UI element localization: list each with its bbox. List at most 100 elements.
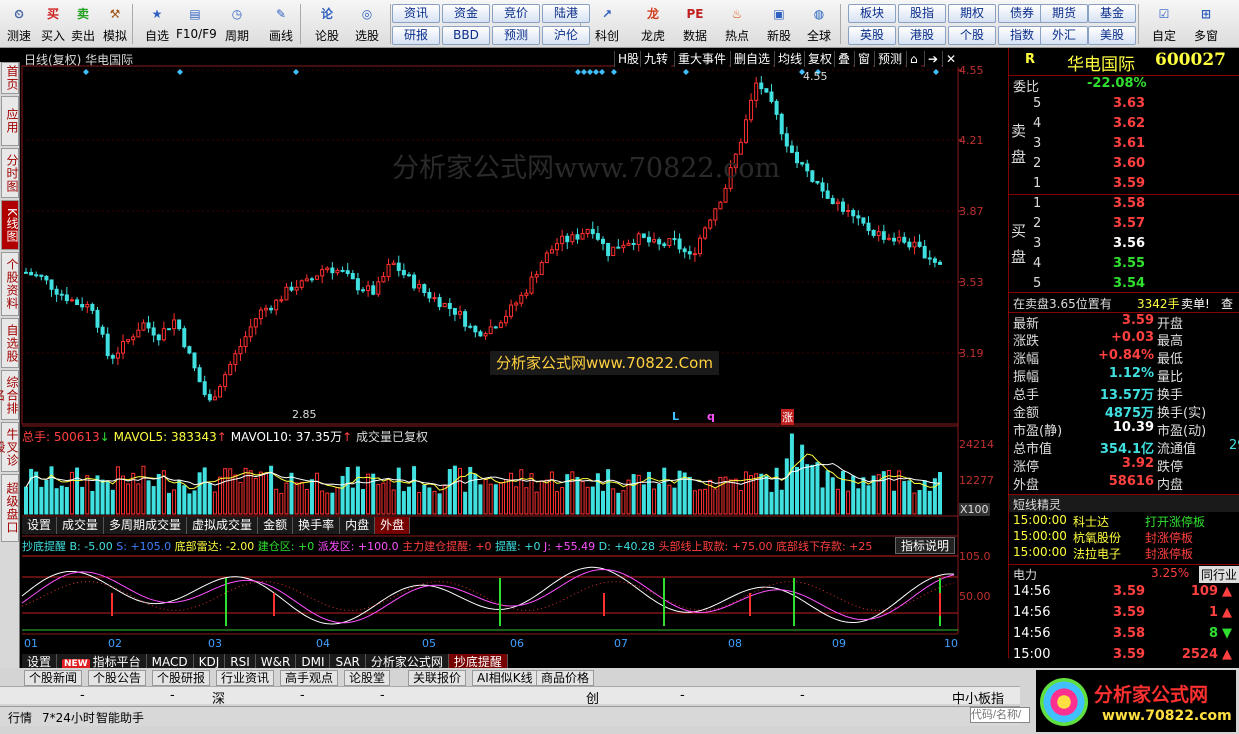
bid-row[interactable]: 1 3.58 xyxy=(1009,196,1239,214)
toolbar-btn-10[interactable]: ↗ 科创 xyxy=(588,3,626,47)
index-cell[interactable]: - xyxy=(300,688,305,703)
quick-link-1[interactable]: 资金 xyxy=(442,4,490,23)
toolbar-btn-13[interactable]: ♨ 热点 xyxy=(718,3,756,47)
chart-btn-4[interactable]: 均线 xyxy=(774,51,806,67)
toolbar-btn-11[interactable]: 龙龙虎 xyxy=(634,3,672,47)
quick-link-10[interactable]: 期权 xyxy=(948,4,996,23)
index-cell[interactable]: - xyxy=(680,688,685,703)
tick-price: 3.58 xyxy=(1113,626,1146,641)
bid-row[interactable]: 3 3.56 xyxy=(1009,236,1239,254)
event-diamond-icon[interactable] xyxy=(599,69,605,75)
toolbar-btn-8[interactable]: 论论股 xyxy=(308,3,346,47)
toolbar-btn-0[interactable]: ⏲ 测速 xyxy=(0,3,38,47)
status-item-2[interactable]: 智能助手 xyxy=(96,709,144,726)
vol-tab-6[interactable]: 内盘 xyxy=(340,517,376,534)
toolbar-btn-16[interactable]: ☑ 自定 xyxy=(1145,3,1183,47)
quick-link-19[interactable]: 美股 xyxy=(1088,26,1136,45)
vol-tab-3[interactable]: 虚拟成交量 xyxy=(187,517,259,534)
vol-tab-5[interactable]: 换手率 xyxy=(293,517,341,534)
toolbar-btn-4[interactable]: ★ 自选 xyxy=(138,3,176,47)
event-diamond-icon[interactable] xyxy=(575,69,581,75)
lock-icon[interactable]: ⌂ xyxy=(906,51,921,67)
quick-link-7[interactable]: 沪伦 xyxy=(542,26,590,45)
ask-row[interactable]: 4 3.62 xyxy=(1009,116,1239,134)
vol-tab-2[interactable]: 多周期成交量 xyxy=(104,517,188,534)
month-label: 03 xyxy=(208,637,222,650)
quick-link-0[interactable]: 资讯 xyxy=(392,4,440,23)
volume-bar xyxy=(478,484,483,515)
chart-btn-2[interactable]: 重大事件 xyxy=(674,51,730,67)
vol-tab-1[interactable]: 成交量 xyxy=(57,517,105,534)
vol-tab-7[interactable]: 外盘 xyxy=(375,517,411,534)
vol-tab-4[interactable]: 金额 xyxy=(258,517,294,534)
status-item-1[interactable]: 7*24小时 xyxy=(42,709,95,726)
index-cell[interactable]: - xyxy=(80,688,85,703)
news-tab-7[interactable]: AI相似K线 xyxy=(472,670,538,686)
toolbar-btn-9[interactable]: ◎ 选股 xyxy=(348,3,386,47)
toolbar-btn-12[interactable]: PE 数据 xyxy=(676,3,714,47)
quick-link-6[interactable]: 预测 xyxy=(492,26,540,45)
toolbar-btn-17[interactable]: ⊞ 多窗 xyxy=(1187,3,1225,47)
news-tab-6[interactable]: 关联报价 xyxy=(408,670,467,686)
quick-link-14[interactable]: 个股 xyxy=(948,26,996,45)
chart-btn-1[interactable]: 九转 xyxy=(640,51,672,67)
ask-row[interactable]: 1 3.59 xyxy=(1009,176,1239,194)
toolbar-btn-7[interactable]: ✎ 画线 xyxy=(262,3,300,47)
ask-row[interactable]: 3 3.61 xyxy=(1009,136,1239,154)
index-cell[interactable]: 深 xyxy=(212,688,225,707)
quick-link-5[interactable]: BBD xyxy=(442,26,490,45)
toolbar-btn-14[interactable]: ▣ 新股 xyxy=(760,3,798,47)
toolbar-btn-5[interactable]: ▤ F10/F9 xyxy=(176,3,217,47)
vol-tab-0[interactable]: 设置 xyxy=(22,517,58,534)
news-tab-2[interactable]: 个股研报 xyxy=(152,670,211,686)
quick-link-9[interactable]: 股指 xyxy=(898,4,946,23)
elf-item[interactable]: 15:00:00 法拉电子 封涨停板 xyxy=(1009,545,1239,563)
notice-c[interactable]: 查 xyxy=(1221,295,1233,312)
news-tab-8[interactable]: 商品价格 xyxy=(536,670,595,686)
event-diamond-icon[interactable] xyxy=(581,69,587,75)
quick-link-16[interactable]: 期货 xyxy=(1040,4,1088,23)
news-tab-3[interactable]: 行业资讯 xyxy=(216,670,275,686)
candle-body xyxy=(703,227,708,239)
code-search-input[interactable] xyxy=(970,707,1030,723)
toolbar-btn-15[interactable]: ◍ 全球 xyxy=(800,3,838,47)
bid-row[interactable]: 4 3.55 xyxy=(1009,256,1239,274)
news-tab-0[interactable]: 个股新闻 xyxy=(24,670,83,686)
chart-btn-6[interactable]: 叠 xyxy=(834,51,854,67)
toolbar-btn-3[interactable]: ⚒ 模拟 xyxy=(96,3,134,47)
index-cell[interactable]: 创 xyxy=(586,688,599,707)
chart-btn-5[interactable]: 复权 xyxy=(804,51,836,67)
quick-link-17[interactable]: 基金 xyxy=(1088,4,1136,23)
index-cell[interactable]: - xyxy=(380,688,385,703)
quick-link-11[interactable]: 债券 xyxy=(998,4,1046,23)
toolbar-btn-6[interactable]: ◷ 周期 xyxy=(218,3,256,47)
chart-btn-3[interactable]: 删自选 xyxy=(730,51,774,67)
arrow-icon[interactable]: ➔ xyxy=(924,51,942,67)
close-icon[interactable]: ✕ xyxy=(942,51,960,67)
news-tab-5[interactable]: 论股堂 xyxy=(344,670,391,686)
bid-row[interactable]: 2 3.57 xyxy=(1009,216,1239,234)
chart-btn-8[interactable]: 预测 xyxy=(874,51,906,67)
status-item-0[interactable]: 行情 xyxy=(8,709,32,726)
quick-link-18[interactable]: 外汇 xyxy=(1040,26,1088,45)
chart-btn-0[interactable]: H股 xyxy=(614,51,643,67)
quick-link-12[interactable]: 英股 xyxy=(848,26,896,45)
ask-row[interactable]: 2 3.60 xyxy=(1009,156,1239,174)
quick-link-15[interactable]: 指数 xyxy=(998,26,1046,45)
quick-link-2[interactable]: 竞价 xyxy=(492,4,540,23)
index-cell[interactable]: 中小板指 xyxy=(952,688,1004,707)
index-cell[interactable]: - xyxy=(800,688,805,703)
event-diamond-icon[interactable] xyxy=(611,69,617,75)
quick-link-4[interactable]: 研报 xyxy=(392,26,440,45)
index-cell[interactable]: - xyxy=(170,688,175,703)
news-tab-4[interactable]: 高手观点 xyxy=(280,670,339,686)
news-tab-1[interactable]: 个股公告 xyxy=(88,670,147,686)
chart-btn-7[interactable]: 窗 xyxy=(854,51,874,67)
quick-link-3[interactable]: 陆港 xyxy=(542,4,590,23)
vol-tick-1: 24214 xyxy=(959,438,994,451)
ask-row[interactable]: 5 3.63 xyxy=(1009,96,1239,114)
quick-link-13[interactable]: 港股 xyxy=(898,26,946,45)
indicator-help-button[interactable]: 指标说明 xyxy=(895,537,956,554)
quick-link-8[interactable]: 板块 xyxy=(848,4,896,23)
sector-more[interactable]: 同行业 xyxy=(1199,566,1239,583)
